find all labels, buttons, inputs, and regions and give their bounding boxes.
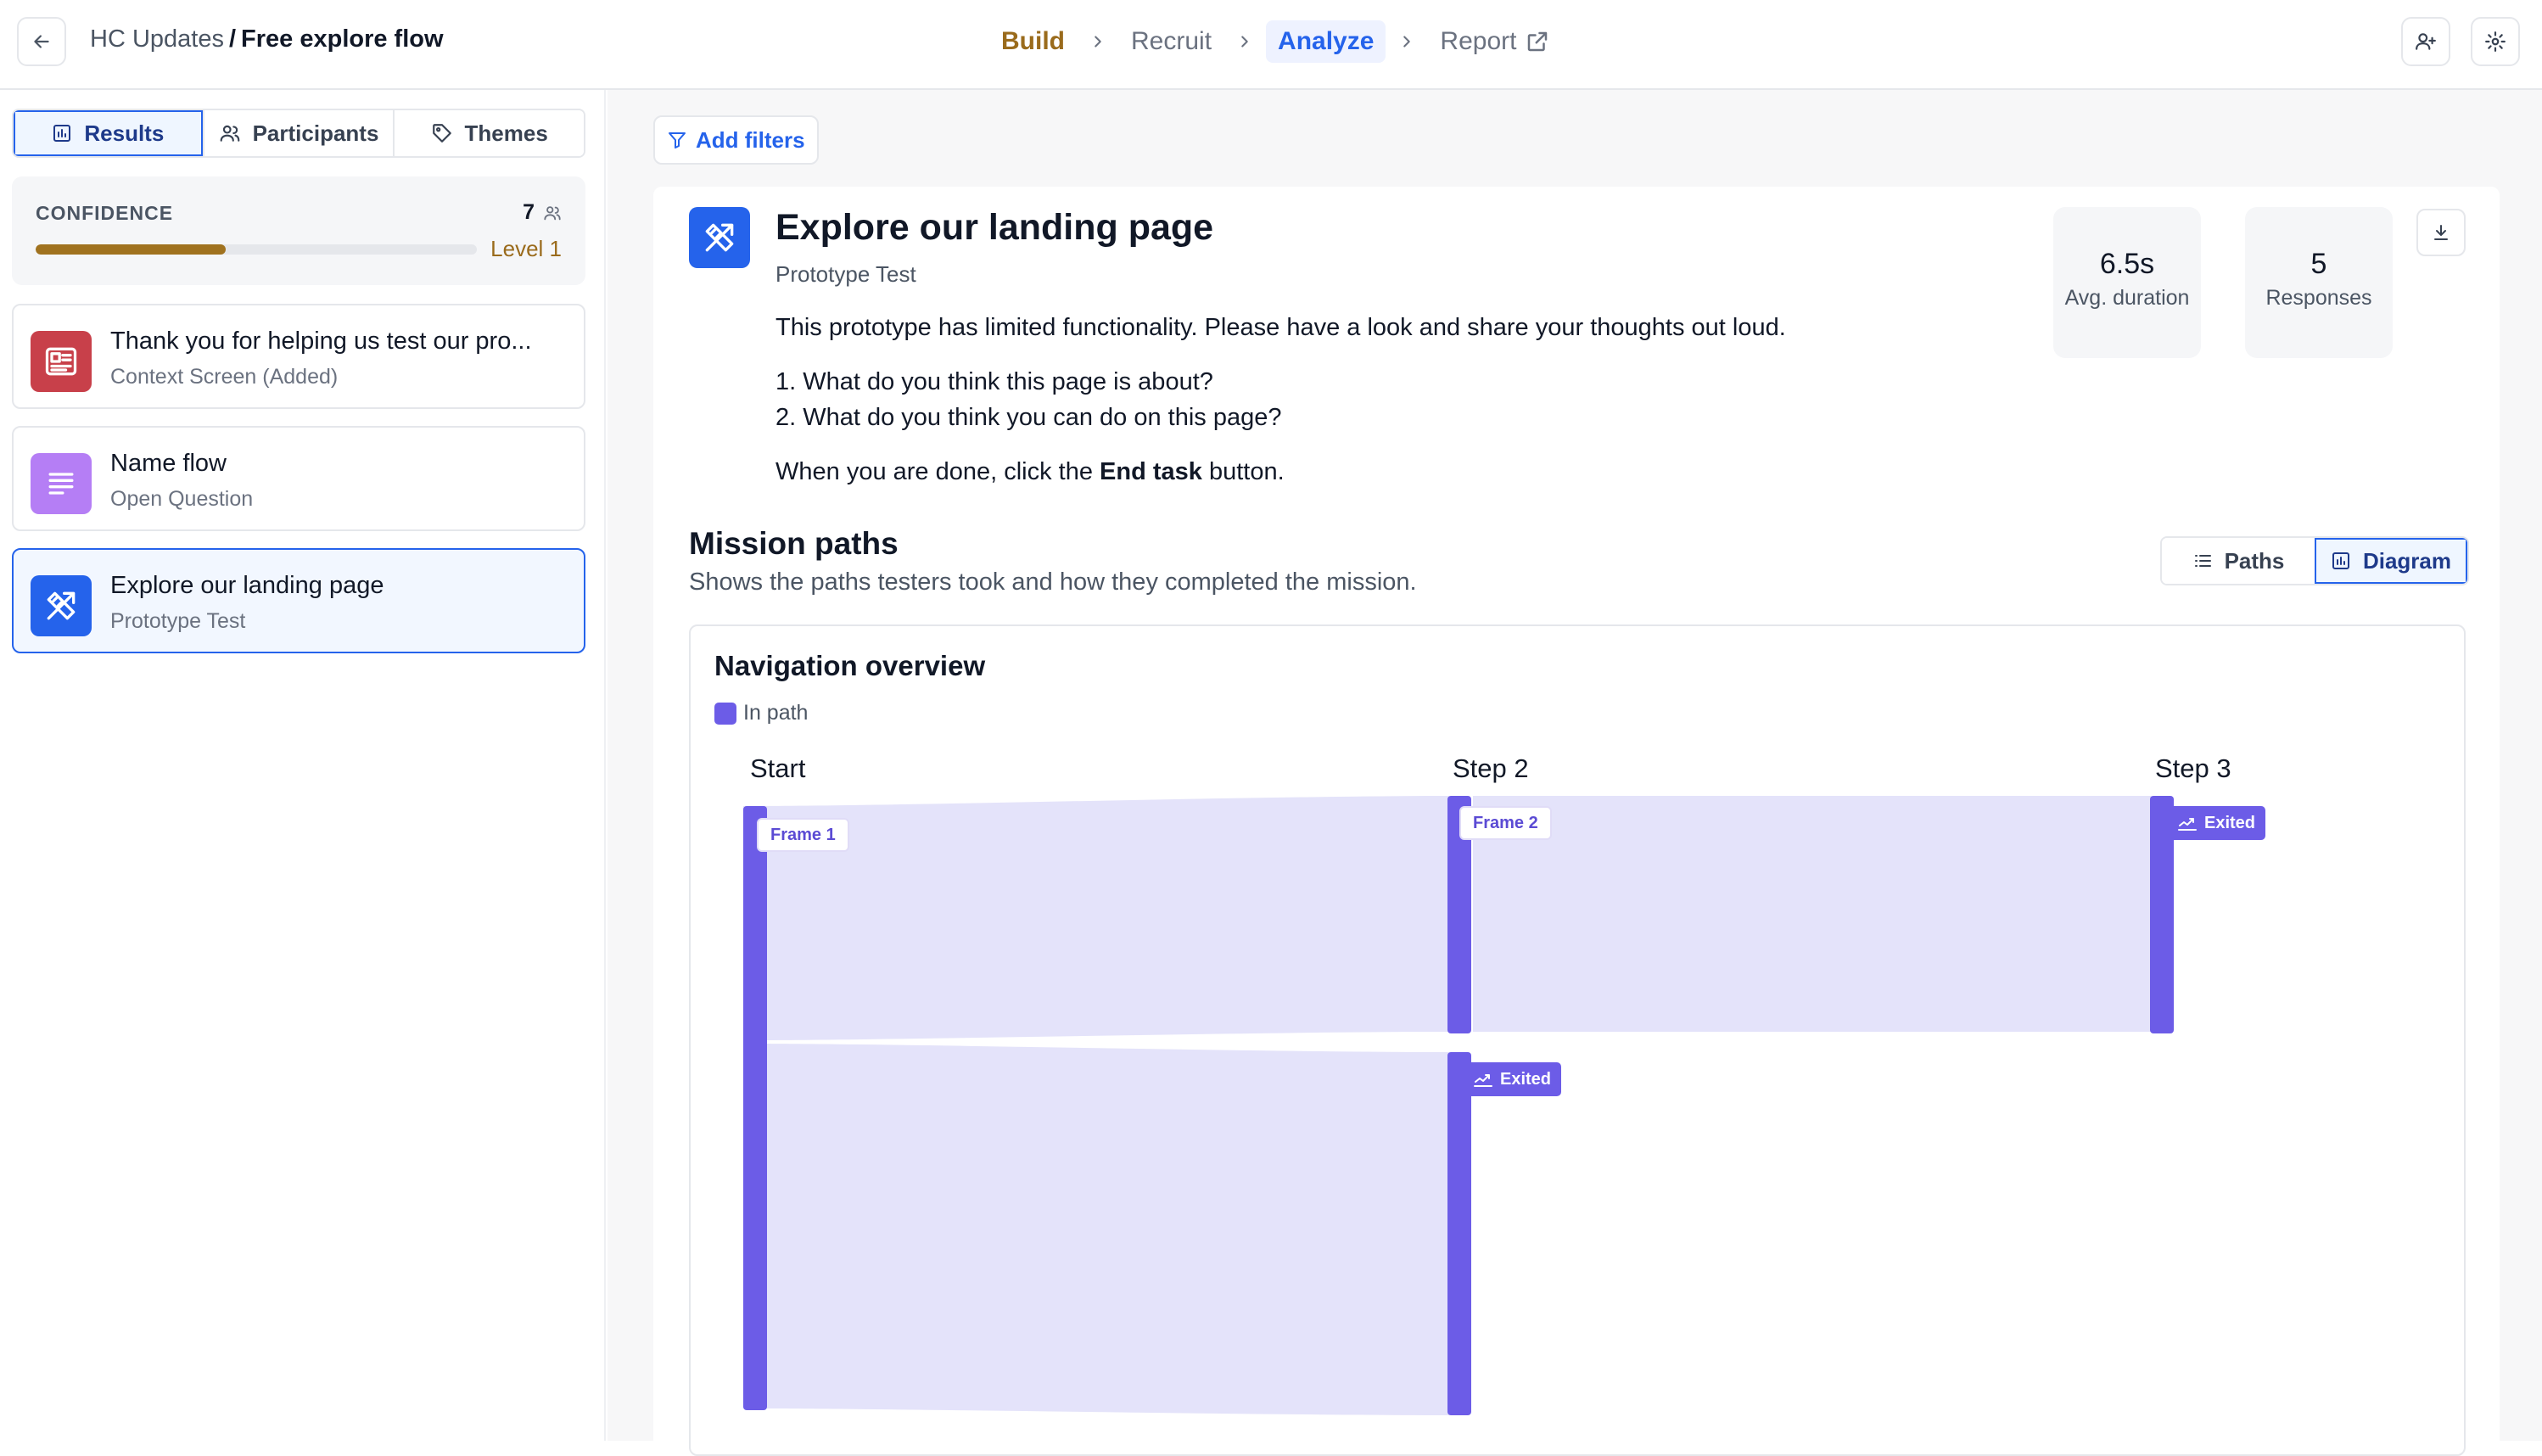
workflow-steps: Build Recruit Analyze Report: [989, 17, 1562, 66]
list-icon: [2194, 555, 2211, 567]
sidebar-tabs: Results Participants Themes: [12, 109, 585, 158]
top-bar: HC Updates / Free explore flow Build Recru…: [0, 0, 2542, 90]
block-card-title: Explore our landing page: [110, 572, 384, 599]
link-frame1-frame2: [743, 796, 1449, 1040]
step-report-label: Report: [1440, 27, 1517, 55]
block-card-open-question[interactable]: Name flow Open Question: [12, 426, 585, 531]
step-recruit[interactable]: Recruit: [1119, 20, 1223, 63]
block-outro-bold: End task: [1100, 458, 1202, 485]
stat-label: Avg. duration: [2064, 286, 2190, 310]
results-panel: Explore our landing page Prototype Test …: [653, 187, 2500, 1456]
confidence-count-value: 7: [523, 200, 535, 224]
confidence-progress-fill: [36, 244, 226, 255]
back-button[interactable]: [17, 17, 66, 66]
prototype-icon: [689, 207, 750, 268]
chevron-right-icon: [1397, 32, 1416, 51]
breadcrumb-separator: /: [228, 25, 237, 53]
bar-chart-icon: [2332, 552, 2349, 569]
node-tag-exited-step-3[interactable]: Exited: [2167, 806, 2266, 840]
tab-themes-label: Themes: [464, 120, 548, 146]
mission-paths-title: Mission paths: [689, 526, 899, 561]
block-outro: When you are done, click the End task bu…: [775, 458, 1285, 486]
tab-results[interactable]: Results: [14, 110, 204, 156]
mission-paths-subtitle: Shows the paths testers took and how the…: [689, 568, 1417, 596]
step-report[interactable]: Report: [1428, 20, 1562, 63]
toggle-diagram[interactable]: Diagram: [2315, 538, 2467, 584]
add-filters-button[interactable]: Add filters: [653, 115, 819, 165]
stat-value: 6.5s: [2099, 248, 2155, 280]
tab-participants-label: Participants: [252, 120, 379, 146]
stat-responses: 5 Responses: [2245, 207, 2393, 358]
block-intro: This prototype has limited functionality…: [775, 314, 1786, 341]
prototype-icon: [31, 575, 92, 636]
chevron-right-icon: [1235, 32, 1254, 51]
user-plus-icon: [2416, 33, 2436, 50]
add-filters-label: Add filters: [696, 126, 805, 153]
confidence-panel: CONFIDENCE 7 Level 1: [12, 176, 585, 285]
block-card-prototype-test[interactable]: Explore our landing page Prototype Test: [12, 548, 585, 653]
exit-trend-icon: [1474, 1074, 1492, 1087]
toggle-diagram-label: Diagram: [2362, 547, 2452, 574]
exited-label: Exited: [1500, 1069, 1552, 1089]
node-exited-step-2: [1447, 1052, 1471, 1415]
tab-results-label: Results: [84, 120, 165, 146]
block-title: Explore our landing page: [775, 207, 1214, 248]
link-frame1-exited: [743, 1044, 1449, 1415]
users-icon: [544, 205, 561, 220]
gear-icon: [2485, 31, 2506, 52]
tab-participants[interactable]: Participants: [204, 110, 395, 156]
toggle-paths-label: Paths: [2224, 547, 2285, 574]
block-question-2: 2. What do you think you can do on this …: [775, 404, 1282, 431]
node-tag-frame-1[interactable]: Frame 1: [757, 818, 849, 852]
block-card-context-screen[interactable]: Thank you for helping us test our pro...…: [12, 304, 585, 409]
breadcrumb-flow: Free explore flow: [241, 25, 444, 53]
exited-label: Exited: [2204, 813, 2256, 832]
step-build[interactable]: Build: [989, 20, 1077, 63]
settings-button[interactable]: [2471, 17, 2520, 66]
invite-collaborator-button[interactable]: [2401, 17, 2450, 66]
confidence-progress-bar: [36, 244, 477, 255]
block-card-title: Name flow: [110, 450, 227, 477]
external-link-icon: [1528, 31, 1548, 52]
users-icon: [220, 125, 239, 142]
block-subtitle: Prototype Test: [775, 261, 916, 287]
node-frame-1: [743, 806, 767, 1410]
block-question-1: 1. What do you think this page is about?: [775, 368, 1213, 395]
bar-chart-icon: [53, 125, 71, 142]
view-toggle: Paths Diagram: [2160, 536, 2469, 585]
tag-icon: [432, 124, 451, 143]
confidence-label: CONFIDENCE: [36, 202, 174, 224]
arrow-left-icon: [34, 35, 49, 48]
breadcrumb: HC Updates / Free explore flow: [90, 25, 444, 53]
navigation-overview-card: Navigation overview In path Start Step 2…: [689, 624, 2466, 1456]
block-outro-after: button.: [1201, 458, 1285, 485]
node-tag-frame-2[interactable]: Frame 2: [1459, 806, 1552, 840]
link-frame2-exited: [1473, 796, 2152, 1032]
block-card-subtitle: Prototype Test: [110, 609, 246, 633]
confidence-level: Level 1: [490, 236, 562, 261]
download-icon: [2434, 225, 2448, 240]
sankey-diagram: [743, 796, 2174, 1415]
filter-icon: [669, 132, 686, 148]
exit-trend-icon: [2178, 818, 2197, 831]
block-outro-before: When you are done, click the: [775, 458, 1100, 485]
stat-value: 5: [2310, 248, 2327, 280]
tab-themes[interactable]: Themes: [395, 110, 584, 156]
lines-icon: [31, 453, 92, 514]
stat-label: Responses: [2265, 286, 2372, 310]
context-screen-icon: [31, 331, 92, 392]
chevron-right-icon: [1089, 32, 1107, 51]
download-button[interactable]: [2416, 209, 2466, 256]
sidebar: Results Participants Themes CONFIDENCE 7…: [0, 90, 606, 1441]
breadcrumb-project[interactable]: HC Updates: [90, 25, 224, 53]
block-card-subtitle: Context Screen (Added): [110, 365, 339, 389]
confidence-count: 7: [523, 200, 562, 225]
main-content: Add filters Explore our landing page Pro…: [608, 90, 2542, 1456]
block-card-subtitle: Open Question: [110, 487, 254, 511]
stat-avg-duration: 6.5s Avg. duration: [2053, 207, 2201, 358]
block-card-title: Thank you for helping us test our pro...: [110, 328, 532, 355]
toggle-paths[interactable]: Paths: [2162, 538, 2315, 584]
step-analyze[interactable]: Analyze: [1266, 20, 1386, 63]
node-tag-exited-step-2[interactable]: Exited: [1463, 1062, 1562, 1096]
